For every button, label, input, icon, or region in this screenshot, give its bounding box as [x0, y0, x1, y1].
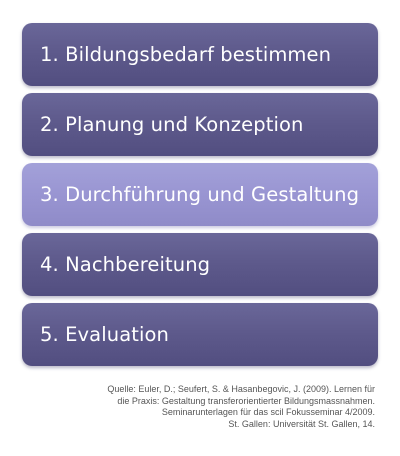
step-5-label: 5. Evaluation: [40, 323, 169, 346]
step-1-label: 1. Bildungsbedarf bestimmen: [40, 43, 332, 66]
source-line-3: Seminarunterlagen für das scil Fokussemi…: [161, 407, 375, 417]
step-3-box-highlighted: 3. Durchführung und Gestaltung: [22, 163, 378, 226]
step-1-box: 1. Bildungsbedarf bestimmen: [22, 23, 378, 86]
step-3-label: 3. Durchführung und Gestaltung: [40, 183, 360, 206]
source-line-1: Quelle: Euler, D.; Seufert, S. & Hasanbe…: [107, 384, 375, 394]
step-5-box: 5. Evaluation: [22, 303, 378, 366]
step-4-box: 4. Nachbereitung: [22, 233, 378, 296]
source-line-2: die Praxis: Gestaltung transferorientier…: [117, 395, 375, 406]
source-line-4: St. Gallen: Universität St. Gallen, 14.: [228, 418, 375, 429]
step-2-label: 2. Planung und Konzeption: [40, 113, 304, 136]
source-citation: Quelle: Euler, D.; Seufert, S. & Hasanbe…: [15, 384, 375, 430]
process-steps: 1. Bildungsbedarf bestimmen 2. Planung u…: [22, 23, 378, 373]
step-2-box: 2. Planung und Konzeption: [22, 93, 378, 156]
step-4-label: 4. Nachbereitung: [40, 253, 211, 276]
